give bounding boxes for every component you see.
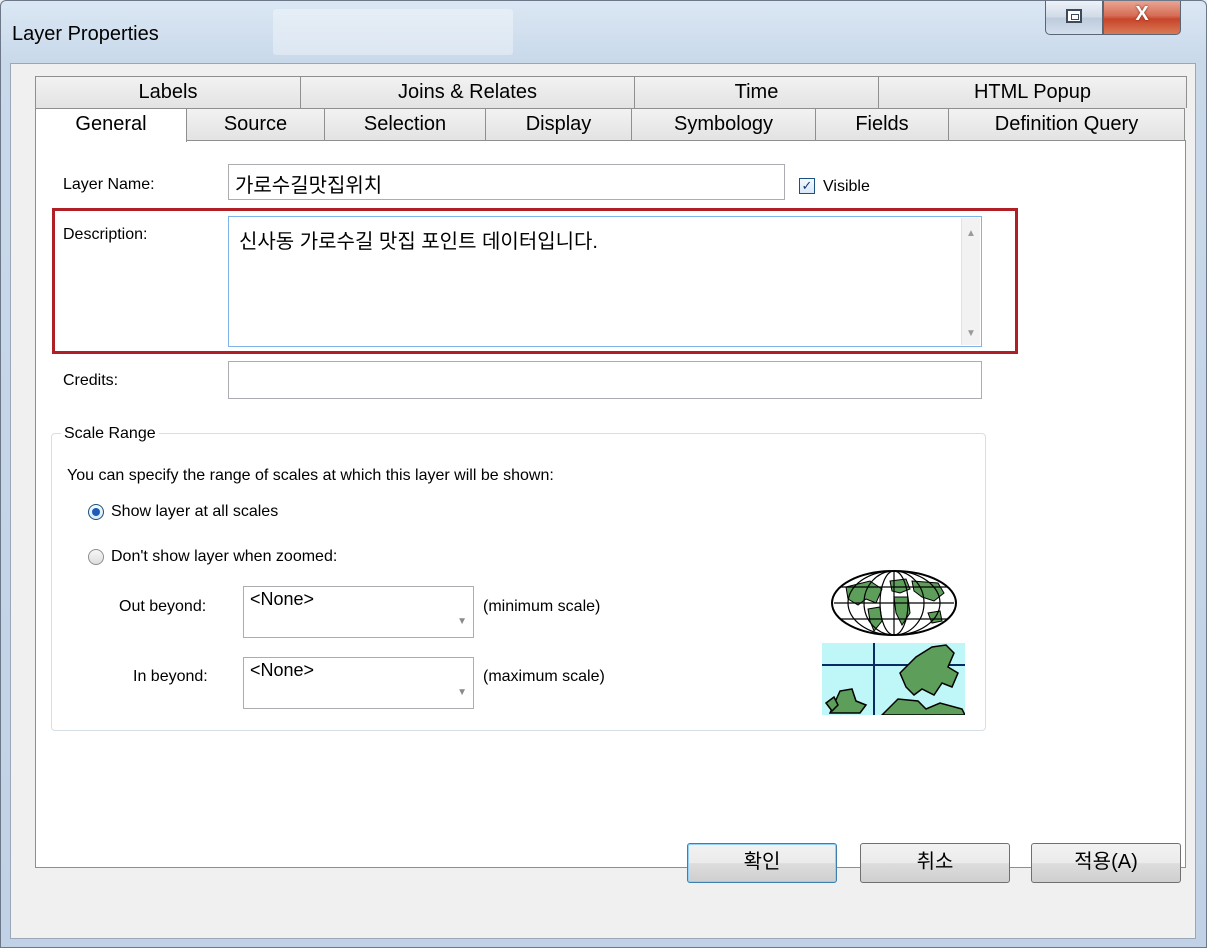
tab-symbology[interactable]: Symbology [631, 108, 816, 140]
maximum-scale-note: (maximum scale) [483, 668, 605, 685]
dropdown-arrow-icon[interactable]: ▼ [457, 687, 467, 698]
layer-name-input[interactable]: 가로수길맛집위치 [228, 164, 785, 200]
close-icon: X [1135, 3, 1149, 25]
title-bar[interactable]: Layer Properties X [1, 1, 1206, 63]
tab-labels[interactable]: Labels [35, 76, 301, 108]
dropdown-arrow-icon[interactable]: ▼ [457, 616, 467, 627]
ok-button[interactable]: 확인 [687, 843, 837, 883]
scale-range-instructions: You can specify the range of scales at w… [67, 467, 554, 484]
close-button[interactable]: X [1103, 1, 1181, 35]
cancel-button[interactable]: 취소 [860, 843, 1010, 883]
description-highlight-box [52, 208, 1018, 354]
checkbox-checked-icon: ✓ [801, 178, 813, 193]
tab-joins-relates[interactable]: Joins & Relates [300, 76, 635, 108]
restore-button[interactable] [1045, 1, 1103, 35]
visible-label: Visible [823, 178, 870, 195]
out-beyond-label: Out beyond: [119, 598, 207, 615]
radio-dont-show-zoomed[interactable] [88, 549, 104, 565]
tab-html-popup[interactable]: HTML Popup [878, 76, 1187, 108]
tab-fields[interactable]: Fields [815, 108, 949, 140]
tab-source[interactable]: Source [186, 108, 325, 140]
tab-definition-query[interactable]: Definition Query [948, 108, 1185, 140]
in-beyond-select[interactable]: <None> ▼ [243, 657, 474, 709]
tab-display[interactable]: Display [485, 108, 632, 140]
restore-icon [1066, 9, 1082, 23]
out-beyond-select[interactable]: <None> ▼ [243, 586, 474, 638]
layer-properties-window: Layer Properties X Labels Joins & Relate… [0, 0, 1207, 948]
tab-row-front: General Source Selection Display Symbolo… [35, 108, 1186, 142]
background-window-ghost [273, 9, 513, 55]
window-title: Layer Properties [12, 23, 159, 45]
dont-show-zoomed-label: Don't show layer when zoomed: [111, 548, 338, 565]
credits-input[interactable] [228, 361, 982, 399]
credits-label: Credits: [63, 372, 119, 389]
out-beyond-value: <None> [250, 589, 315, 609]
show-all-scales-label: Show layer at all scales [111, 503, 279, 520]
tab-general[interactable]: General [35, 108, 187, 142]
world-globe-icon [831, 570, 957, 636]
scale-range-title: Scale Range [61, 425, 159, 443]
tab-time[interactable]: Time [634, 76, 879, 108]
in-beyond-label: In beyond: [133, 668, 208, 685]
radio-show-all-scales[interactable] [88, 504, 104, 520]
tab-selection[interactable]: Selection [324, 108, 486, 140]
zoomed-map-icon [822, 643, 965, 715]
visible-checkbox[interactable]: ✓ [799, 178, 815, 194]
layer-name-label: Layer Name: [63, 176, 155, 193]
in-beyond-value: <None> [250, 660, 315, 680]
apply-button[interactable]: 적용(A) [1031, 843, 1181, 883]
minimum-scale-note: (minimum scale) [483, 598, 601, 615]
tab-row-back: Labels Joins & Relates Time HTML Popup [35, 76, 1187, 108]
